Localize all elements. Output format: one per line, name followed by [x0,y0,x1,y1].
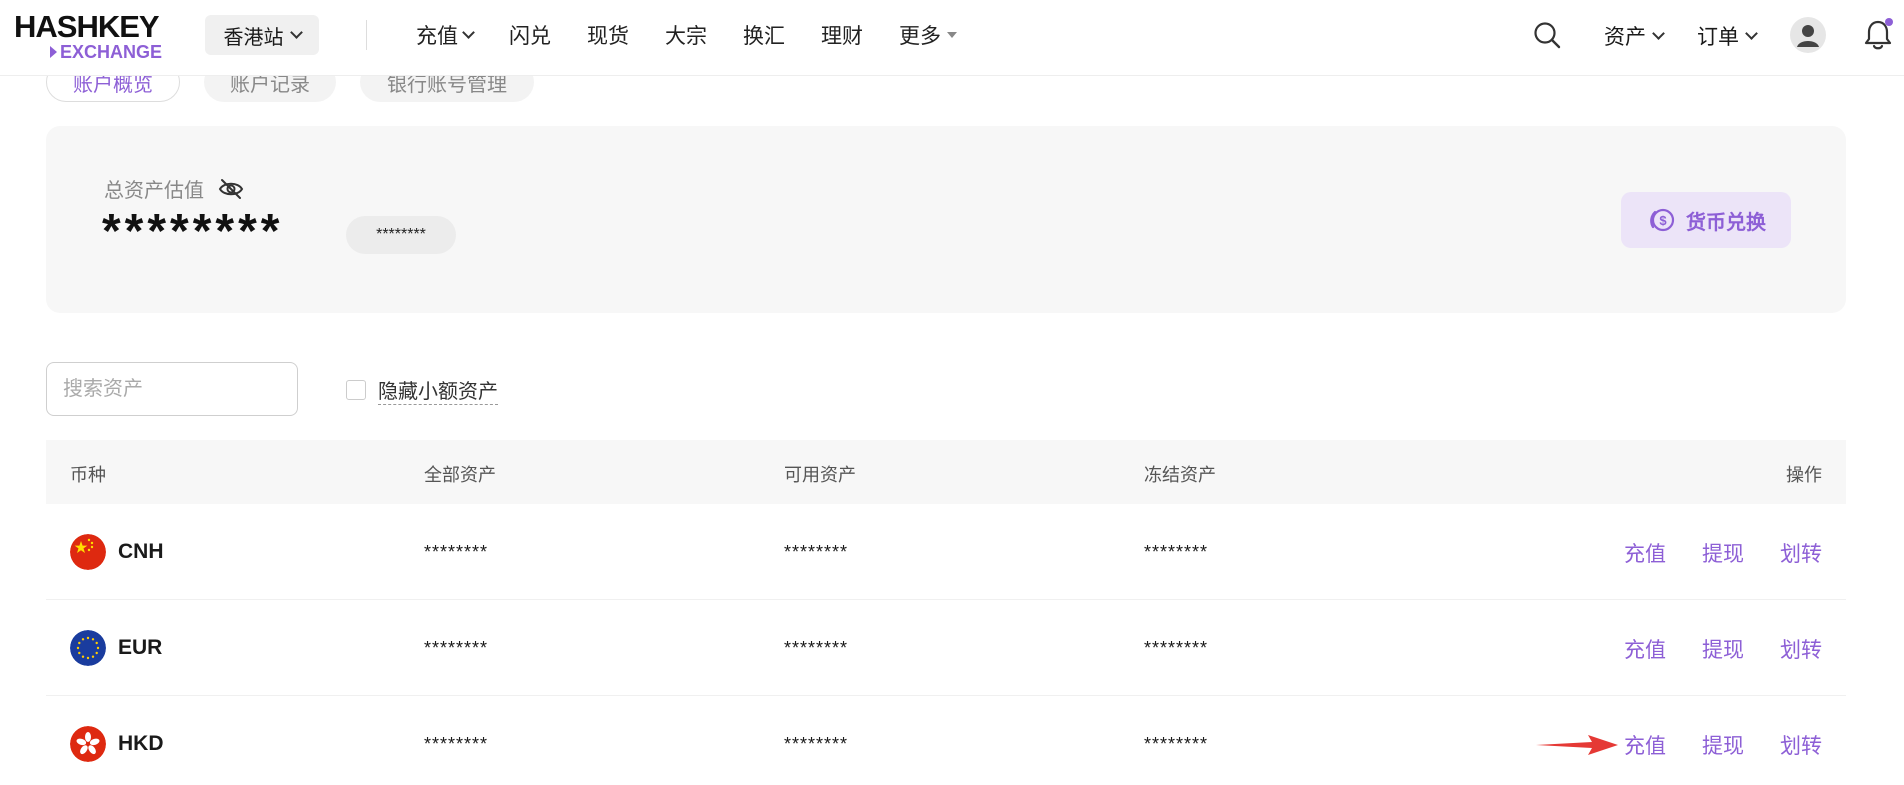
transfer-link[interactable]: 划转 [1780,730,1822,760]
hide-small-assets-label: 隐藏小额资产 [378,375,498,405]
china-flag-icon [70,534,106,570]
withdraw-link[interactable]: 提现 [1702,538,1744,568]
total-assets-cell: ******** [424,542,489,562]
currency-exchange-icon: $ [1650,208,1675,232]
total-assets-value: ******** [102,205,284,258]
nav-item-more[interactable]: 更多 [899,20,957,50]
available-assets-cell: ******** [784,638,849,658]
svg-text:$: $ [1659,213,1667,228]
frozen-assets-cell: ******** [1144,542,1209,562]
top-header: HASHKEY EXCHANGE 香港站 充值 闪兑 现货 大宗 换汇 理财 更… [0,0,1904,76]
nav-item-block-trade[interactable]: 大宗 [665,20,707,50]
currency-code: HKD [118,732,164,755]
total-assets-cell: ******** [424,734,489,754]
hashkey-logo[interactable]: HASHKEY EXCHANGE [14,10,174,64]
transfer-link[interactable]: 划转 [1780,538,1822,568]
column-header-currency: 币种 [70,465,106,485]
nav-item-label: 闪兑 [509,25,551,48]
nav-item-spot[interactable]: 现货 [587,20,629,50]
column-header-actions: 操作 [1786,465,1822,485]
bell-icon[interactable] [1862,17,1894,51]
nav-item-deposit[interactable]: 充值 [416,20,475,50]
search-icon[interactable] [1533,21,1561,49]
chevron-down-icon [462,26,475,39]
assets-menu[interactable]: 资产 [1604,21,1665,51]
frozen-assets-cell: ******** [1144,734,1209,754]
chevron-down-icon [289,26,303,39]
column-header-available: 可用资产 [784,465,856,485]
available-assets-cell: ******** [784,734,849,754]
avatar-icon[interactable] [1790,17,1826,53]
table-row: CNH ******** ******** ******** 充值 提现 划转 [46,504,1846,600]
currency-convert-button[interactable]: $ 货币兑换 [1621,192,1791,248]
column-header-total: 全部资产 [424,465,496,485]
currency-code: EUR [118,636,163,659]
withdraw-link[interactable]: 提现 [1702,634,1744,664]
nav-item-label: 现货 [587,25,629,48]
chevron-down-icon [1652,27,1665,40]
logo-subtitle: EXCHANGE [60,42,163,62]
deposit-link[interactable]: 充值 [1624,538,1666,568]
nav-item-fx[interactable]: 换汇 [743,20,785,50]
chevron-down-icon [1745,27,1758,40]
nav-item-label: 理财 [821,25,863,48]
total-assets-label: 总资产估值 [104,180,204,202]
site-selector[interactable]: 香港站 [205,15,319,55]
orders-menu-label: 订单 [1697,26,1739,49]
currency-code: CNH [118,540,164,563]
assets-table-header: 币种 全部资产 可用资产 冻结资产 操作 [46,440,1846,504]
nav-item-label: 更多 [899,25,941,48]
header-divider [366,20,367,50]
logo-wordmark: HASHKEY [14,9,160,44]
transfer-link[interactable]: 划转 [1780,634,1822,664]
deposit-link[interactable]: 充值 [1624,634,1666,664]
asset-summary-card: 总资产估值 ******** ******** $ 货币兑换 [46,126,1846,313]
nav-item-label: 大宗 [665,25,707,48]
assets-menu-label: 资产 [1604,26,1646,49]
eu-flag-icon [70,630,106,666]
hide-small-assets-checkbox[interactable] [346,380,366,400]
frozen-assets-cell: ******** [1144,638,1209,658]
column-header-frozen: 冻结资产 [1144,465,1216,485]
withdraw-link[interactable]: 提现 [1702,730,1744,760]
site-selector-label: 香港站 [223,26,284,49]
main-nav: 充值 闪兑 现货 大宗 换汇 理财 更多 [416,0,993,70]
orders-menu[interactable]: 订单 [1697,21,1758,51]
search-assets-input[interactable] [46,362,298,416]
caret-down-icon [947,32,957,38]
nav-item-label: 换汇 [743,25,785,48]
red-arrow-annotation-icon [1536,735,1618,755]
nav-item-flash-swap[interactable]: 闪兑 [509,20,551,50]
total-assets-subvalue-badge: ******** [346,216,456,254]
total-assets-cell: ******** [424,638,489,658]
hide-small-assets-toggle[interactable]: 隐藏小额资产 [346,375,498,405]
eye-off-icon[interactable] [218,178,244,200]
hong-kong-flag-icon [70,726,106,762]
currency-convert-label: 货币兑换 [1686,211,1766,234]
available-assets-cell: ******** [784,542,849,562]
table-row: EUR ******** ******** ******** 充值 提现 划转 [46,600,1846,696]
nav-item-label: 充值 [416,25,458,48]
nav-item-earn[interactable]: 理财 [821,20,863,50]
deposit-link[interactable]: 充值 [1624,730,1666,760]
